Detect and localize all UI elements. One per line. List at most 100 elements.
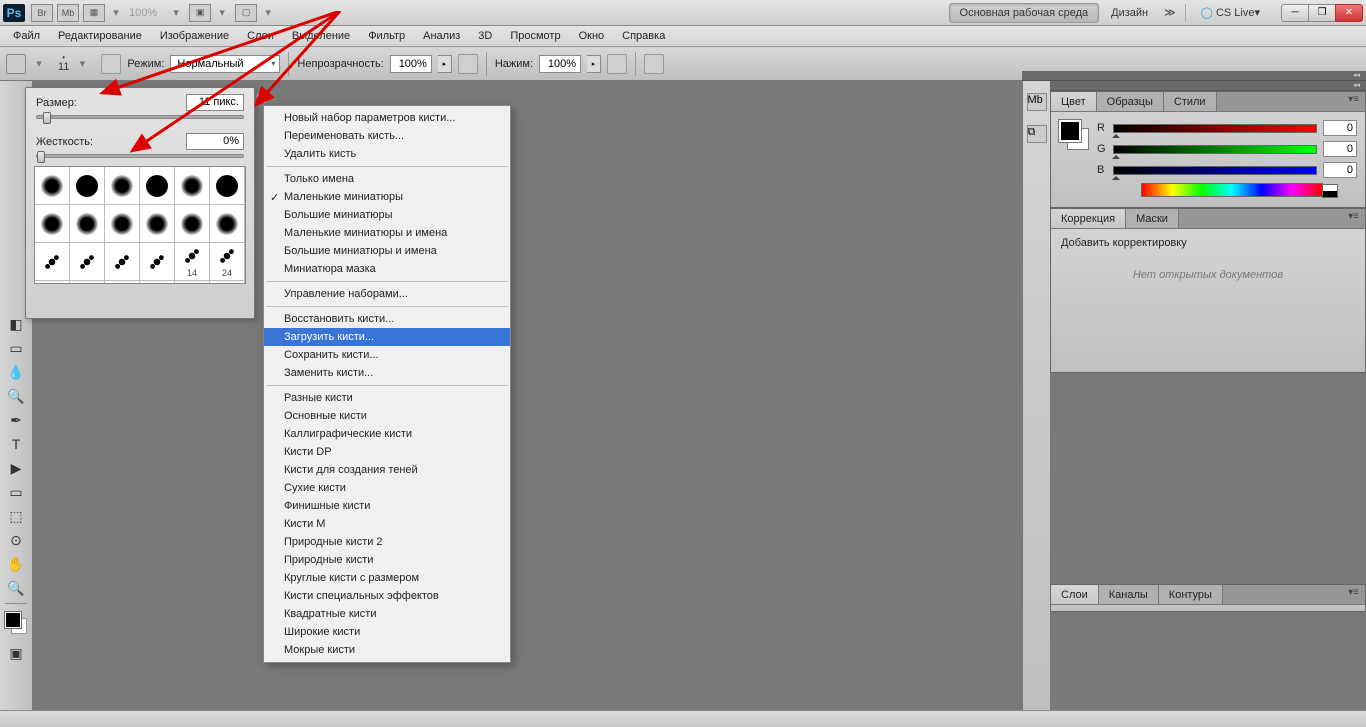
menu-Справка[interactable]: Справка [613, 27, 674, 45]
slider-thumb[interactable] [1112, 172, 1120, 180]
minimize-button[interactable]: ─ [1281, 4, 1309, 22]
fg-color[interactable] [5, 612, 21, 628]
ctx-item[interactable]: Квадратные кисти [264, 605, 510, 623]
size-slider[interactable] [36, 115, 244, 119]
tab-paths[interactable]: Контуры [1159, 585, 1223, 604]
ctx-item[interactable]: Основные кисти [264, 407, 510, 425]
tab-channels[interactable]: Каналы [1099, 585, 1159, 604]
dock-collapse-grip[interactable]: ◂◂ [1022, 71, 1366, 81]
ctx-item[interactable]: Природные кисти [264, 551, 510, 569]
maximize-button[interactable]: ❐ [1308, 4, 1336, 22]
tab-styles[interactable]: Стили [1164, 92, 1217, 111]
tablet-size-icon[interactable] [644, 54, 664, 74]
path-select-tool[interactable]: ▶ [4, 457, 28, 479]
brush-preset-cell[interactable] [105, 167, 140, 205]
brush-preset-cell[interactable] [70, 205, 105, 243]
opacity-dd[interactable]: ▸ [438, 55, 452, 73]
slider-thumb[interactable] [43, 112, 51, 124]
tab-swatches[interactable]: Образцы [1097, 92, 1164, 111]
spectrum-bar[interactable] [1141, 183, 1323, 197]
brush-dd[interactable]: ▾ [75, 57, 89, 70]
airbrush-icon[interactable] [607, 54, 627, 74]
brush-preset-cell[interactable]: 14 [175, 243, 210, 281]
preset-flyout-button[interactable]: ▸ [256, 90, 270, 104]
extras-icon[interactable]: ▢ [235, 4, 257, 22]
brush-preset-cell[interactable] [210, 205, 245, 243]
g-slider[interactable] [1113, 145, 1317, 154]
3d-tool[interactable]: ⬚ [4, 505, 28, 527]
menu-Выделение[interactable]: Выделение [283, 27, 359, 45]
menu-Анализ[interactable]: Анализ [414, 27, 469, 45]
tab-layers[interactable]: Слои [1051, 585, 1099, 604]
slider-thumb[interactable] [37, 151, 45, 163]
zoom-level[interactable]: 100% [129, 7, 157, 19]
fg-swatch[interactable] [1059, 120, 1081, 142]
ctx-item[interactable]: Разные кисти [264, 389, 510, 407]
brush-preset-cell[interactable] [140, 243, 175, 281]
ctx-item[interactable]: Управление наборами... [264, 285, 510, 303]
zoom-dd[interactable]: ▾ [169, 6, 183, 19]
ctx-item[interactable]: Удалить кисть [264, 145, 510, 163]
brush-preset-cell[interactable] [35, 205, 70, 243]
ctx-item[interactable]: Восстановить кисти... [264, 310, 510, 328]
blend-mode-select[interactable]: Нормальный [170, 55, 280, 73]
pen-tool[interactable]: ✒ [4, 409, 28, 431]
dock-collapse-grip[interactable]: ◂◂ [1050, 81, 1366, 91]
hardness-slider[interactable] [36, 154, 244, 158]
hardness-value[interactable]: 0% [186, 133, 244, 150]
ctx-item[interactable]: Широкие кисти [264, 623, 510, 641]
brush-preset-cell[interactable]: 46 [105, 281, 140, 284]
3d-camera-tool[interactable]: ⊙ [4, 529, 28, 551]
r-value[interactable]: 0 [1323, 120, 1357, 136]
panel-color-swatch[interactable] [1059, 120, 1089, 150]
screen-dd[interactable]: ▾ [215, 6, 229, 19]
workspace-more-button[interactable]: ≫ [1160, 3, 1180, 23]
brush-panel-toggle-icon[interactable] [101, 54, 121, 74]
ctx-item[interactable]: ✓Маленькие миниатюры [264, 188, 510, 206]
brush-preset-cell[interactable] [105, 243, 140, 281]
brush-preset-cell[interactable] [35, 243, 70, 281]
history-panel-icon[interactable]: ⧉ [1027, 125, 1047, 143]
ctx-item[interactable]: Большие миниатюры [264, 206, 510, 224]
b-slider[interactable] [1113, 166, 1317, 175]
blur-tool[interactable]: 💧 [4, 361, 28, 383]
bridge-icon[interactable]: Br [31, 4, 53, 22]
cslive-button[interactable]: ◯CS Live ▾ [1191, 3, 1270, 23]
brush-preset-cell[interactable] [105, 205, 140, 243]
workspace-design-button[interactable]: Дизайн [1101, 3, 1158, 23]
flow-field[interactable]: 100% [539, 55, 581, 73]
ctx-item[interactable]: Сохранить кисти... [264, 346, 510, 364]
tab-adjustments[interactable]: Коррекция [1051, 209, 1126, 228]
flow-dd[interactable]: ▸ [587, 55, 601, 73]
menu-Фильтр[interactable]: Фильтр [359, 27, 414, 45]
menu-Просмотр[interactable]: Просмотр [501, 27, 569, 45]
color-swatch[interactable] [5, 612, 27, 634]
brush-preset-cell[interactable] [140, 205, 175, 243]
ctx-item[interactable]: Мокрые кисти [264, 641, 510, 659]
shape-tool[interactable]: ▭ [4, 481, 28, 503]
ctx-item[interactable]: Кисти DP [264, 443, 510, 461]
ctx-item[interactable]: Только имена [264, 170, 510, 188]
brush-preset-cell[interactable]: 59 [140, 281, 175, 284]
r-slider[interactable] [1113, 124, 1317, 133]
minibridge-panel-icon[interactable]: Mb [1027, 93, 1047, 111]
tool-preset-icon[interactable] [6, 54, 26, 74]
gradient-tool[interactable]: ▭ [4, 337, 28, 359]
zoom-tool[interactable]: 🔍 [4, 577, 28, 599]
brush-preset-cell[interactable] [175, 167, 210, 205]
extras-dd[interactable]: ▾ [261, 6, 275, 19]
ctx-item[interactable]: Кисти специальных эффектов [264, 587, 510, 605]
screen-mode-icon[interactable]: ▣ [189, 4, 211, 22]
menu-Файл[interactable]: Файл [4, 27, 49, 45]
arrange-dd[interactable]: ▾ [109, 6, 123, 19]
slider-thumb[interactable] [1112, 151, 1120, 159]
ctx-item[interactable]: Маленькие миниатюры и имена [264, 224, 510, 242]
ctx-item[interactable]: Круглые кисти с размером [264, 569, 510, 587]
ctx-item[interactable]: Кисти для создания теней [264, 461, 510, 479]
ctx-item[interactable]: Заменить кисти... [264, 364, 510, 382]
slider-thumb[interactable] [1112, 130, 1120, 138]
minibridge-icon[interactable]: Mb [57, 4, 79, 22]
ctx-item[interactable]: Миниатюра мазка [264, 260, 510, 278]
panel-menu-icon[interactable]: ▾≡ [1342, 92, 1365, 111]
brush-preset-cell[interactable] [175, 205, 210, 243]
